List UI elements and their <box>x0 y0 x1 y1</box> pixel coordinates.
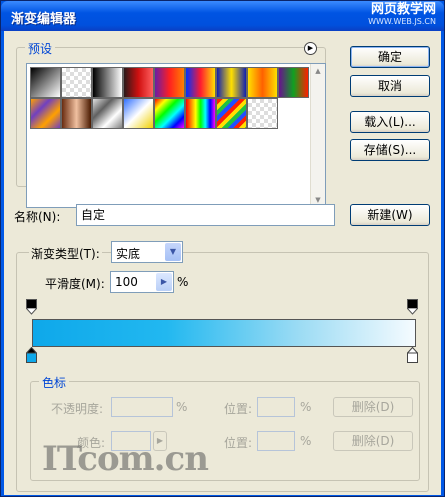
preset-swatch[interactable] <box>154 67 185 98</box>
opacity-location-label: 位置: <box>224 402 253 416</box>
gradient-type-label: 渐变类型(T): <box>29 245 102 262</box>
opacity-stop-left[interactable] <box>26 299 37 315</box>
preset-swatch[interactable] <box>278 67 309 98</box>
preset-list[interactable]: ▲ ▼ <box>26 63 326 208</box>
smoothness-value: 100 <box>115 275 138 289</box>
color-stop-right[interactable] <box>407 346 418 363</box>
smoothness-label: 平滑度(M): <box>45 277 105 291</box>
title-bar[interactable]: 渐变编辑器 网页教学网 WWW.WEB.JS.CN <box>1 1 444 31</box>
smoothness-unit: % <box>177 275 189 289</box>
menu-arrow-icon[interactable]: ▶ <box>304 42 317 55</box>
smoothness-field[interactable]: 100 ▶ <box>110 271 174 293</box>
popup-arrow-icon[interactable]: ▶ <box>156 273 172 291</box>
color-stop-left[interactable] <box>26 346 37 363</box>
color-location-label: 位置: <box>224 436 253 450</box>
gradient-editor-window: 渐变编辑器 网页教学网 WWW.WEB.JS.CN 预设 ▶ ▲ ▼ 确定 取消… <box>0 0 445 497</box>
color-stops-label: 色标 <box>39 374 70 391</box>
gradient-type-select[interactable]: 实底 ▼ <box>111 241 183 263</box>
color-location-unit: % <box>300 434 312 448</box>
preset-swatch[interactable] <box>92 98 123 129</box>
chevron-down-icon: ▼ <box>165 243 181 261</box>
preset-swatch[interactable] <box>123 67 154 98</box>
preset-swatch[interactable] <box>216 67 247 98</box>
preset-swatch[interactable] <box>154 98 185 129</box>
dialog-body: 预设 ▶ ▲ ▼ 确定 取消 载入(L)... 存储(S)... 名称(N): … <box>4 31 441 495</box>
preset-swatch[interactable] <box>123 98 154 129</box>
preset-swatch[interactable] <box>247 98 278 129</box>
preset-swatch[interactable] <box>185 98 216 129</box>
ok-button[interactable]: 确定 <box>350 46 430 68</box>
preset-swatch[interactable] <box>61 98 92 129</box>
opacity-stop-right[interactable] <box>407 299 418 315</box>
opacity-location-field <box>257 397 295 417</box>
opacity-label: 不透明度: <box>51 402 104 416</box>
opacity-location-unit: % <box>300 400 312 414</box>
preset-swatch[interactable] <box>30 67 61 98</box>
preset-swatch[interactable] <box>185 67 216 98</box>
opacity-unit: % <box>176 400 188 414</box>
window-title: 渐变编辑器 <box>11 12 77 27</box>
presets-label: 预设 <box>25 40 56 57</box>
load-button[interactable]: 载入(L)... <box>350 111 430 133</box>
preset-swatch[interactable] <box>247 67 278 98</box>
scroll-up-icon[interactable]: ▲ <box>311 64 325 78</box>
site-watermark: 网页教学网 WWW.WEB.JS.CN <box>368 2 436 26</box>
color-location-field <box>257 431 295 451</box>
preset-swatch[interactable] <box>30 98 61 129</box>
new-button[interactable]: 新建(W) <box>350 204 430 226</box>
name-label: 名称(N): <box>14 210 61 224</box>
cancel-button[interactable]: 取消 <box>350 75 430 97</box>
save-button[interactable]: 存储(S)... <box>350 139 430 161</box>
preset-swatch[interactable] <box>61 67 92 98</box>
preset-swatch[interactable] <box>216 98 247 129</box>
watermark-logo: ITcom.cn <box>42 439 209 479</box>
gradient-type-value: 实底 <box>116 247 141 261</box>
name-field[interactable]: 自定 <box>76 204 335 226</box>
opacity-delete-button: 删除(D) <box>333 397 413 417</box>
opacity-field <box>111 397 173 417</box>
color-delete-button: 删除(D) <box>333 431 413 451</box>
gradient-preview-bar[interactable] <box>32 319 416 347</box>
preset-swatch[interactable] <box>92 67 123 98</box>
preset-scrollbar[interactable]: ▲ ▼ <box>310 64 325 207</box>
